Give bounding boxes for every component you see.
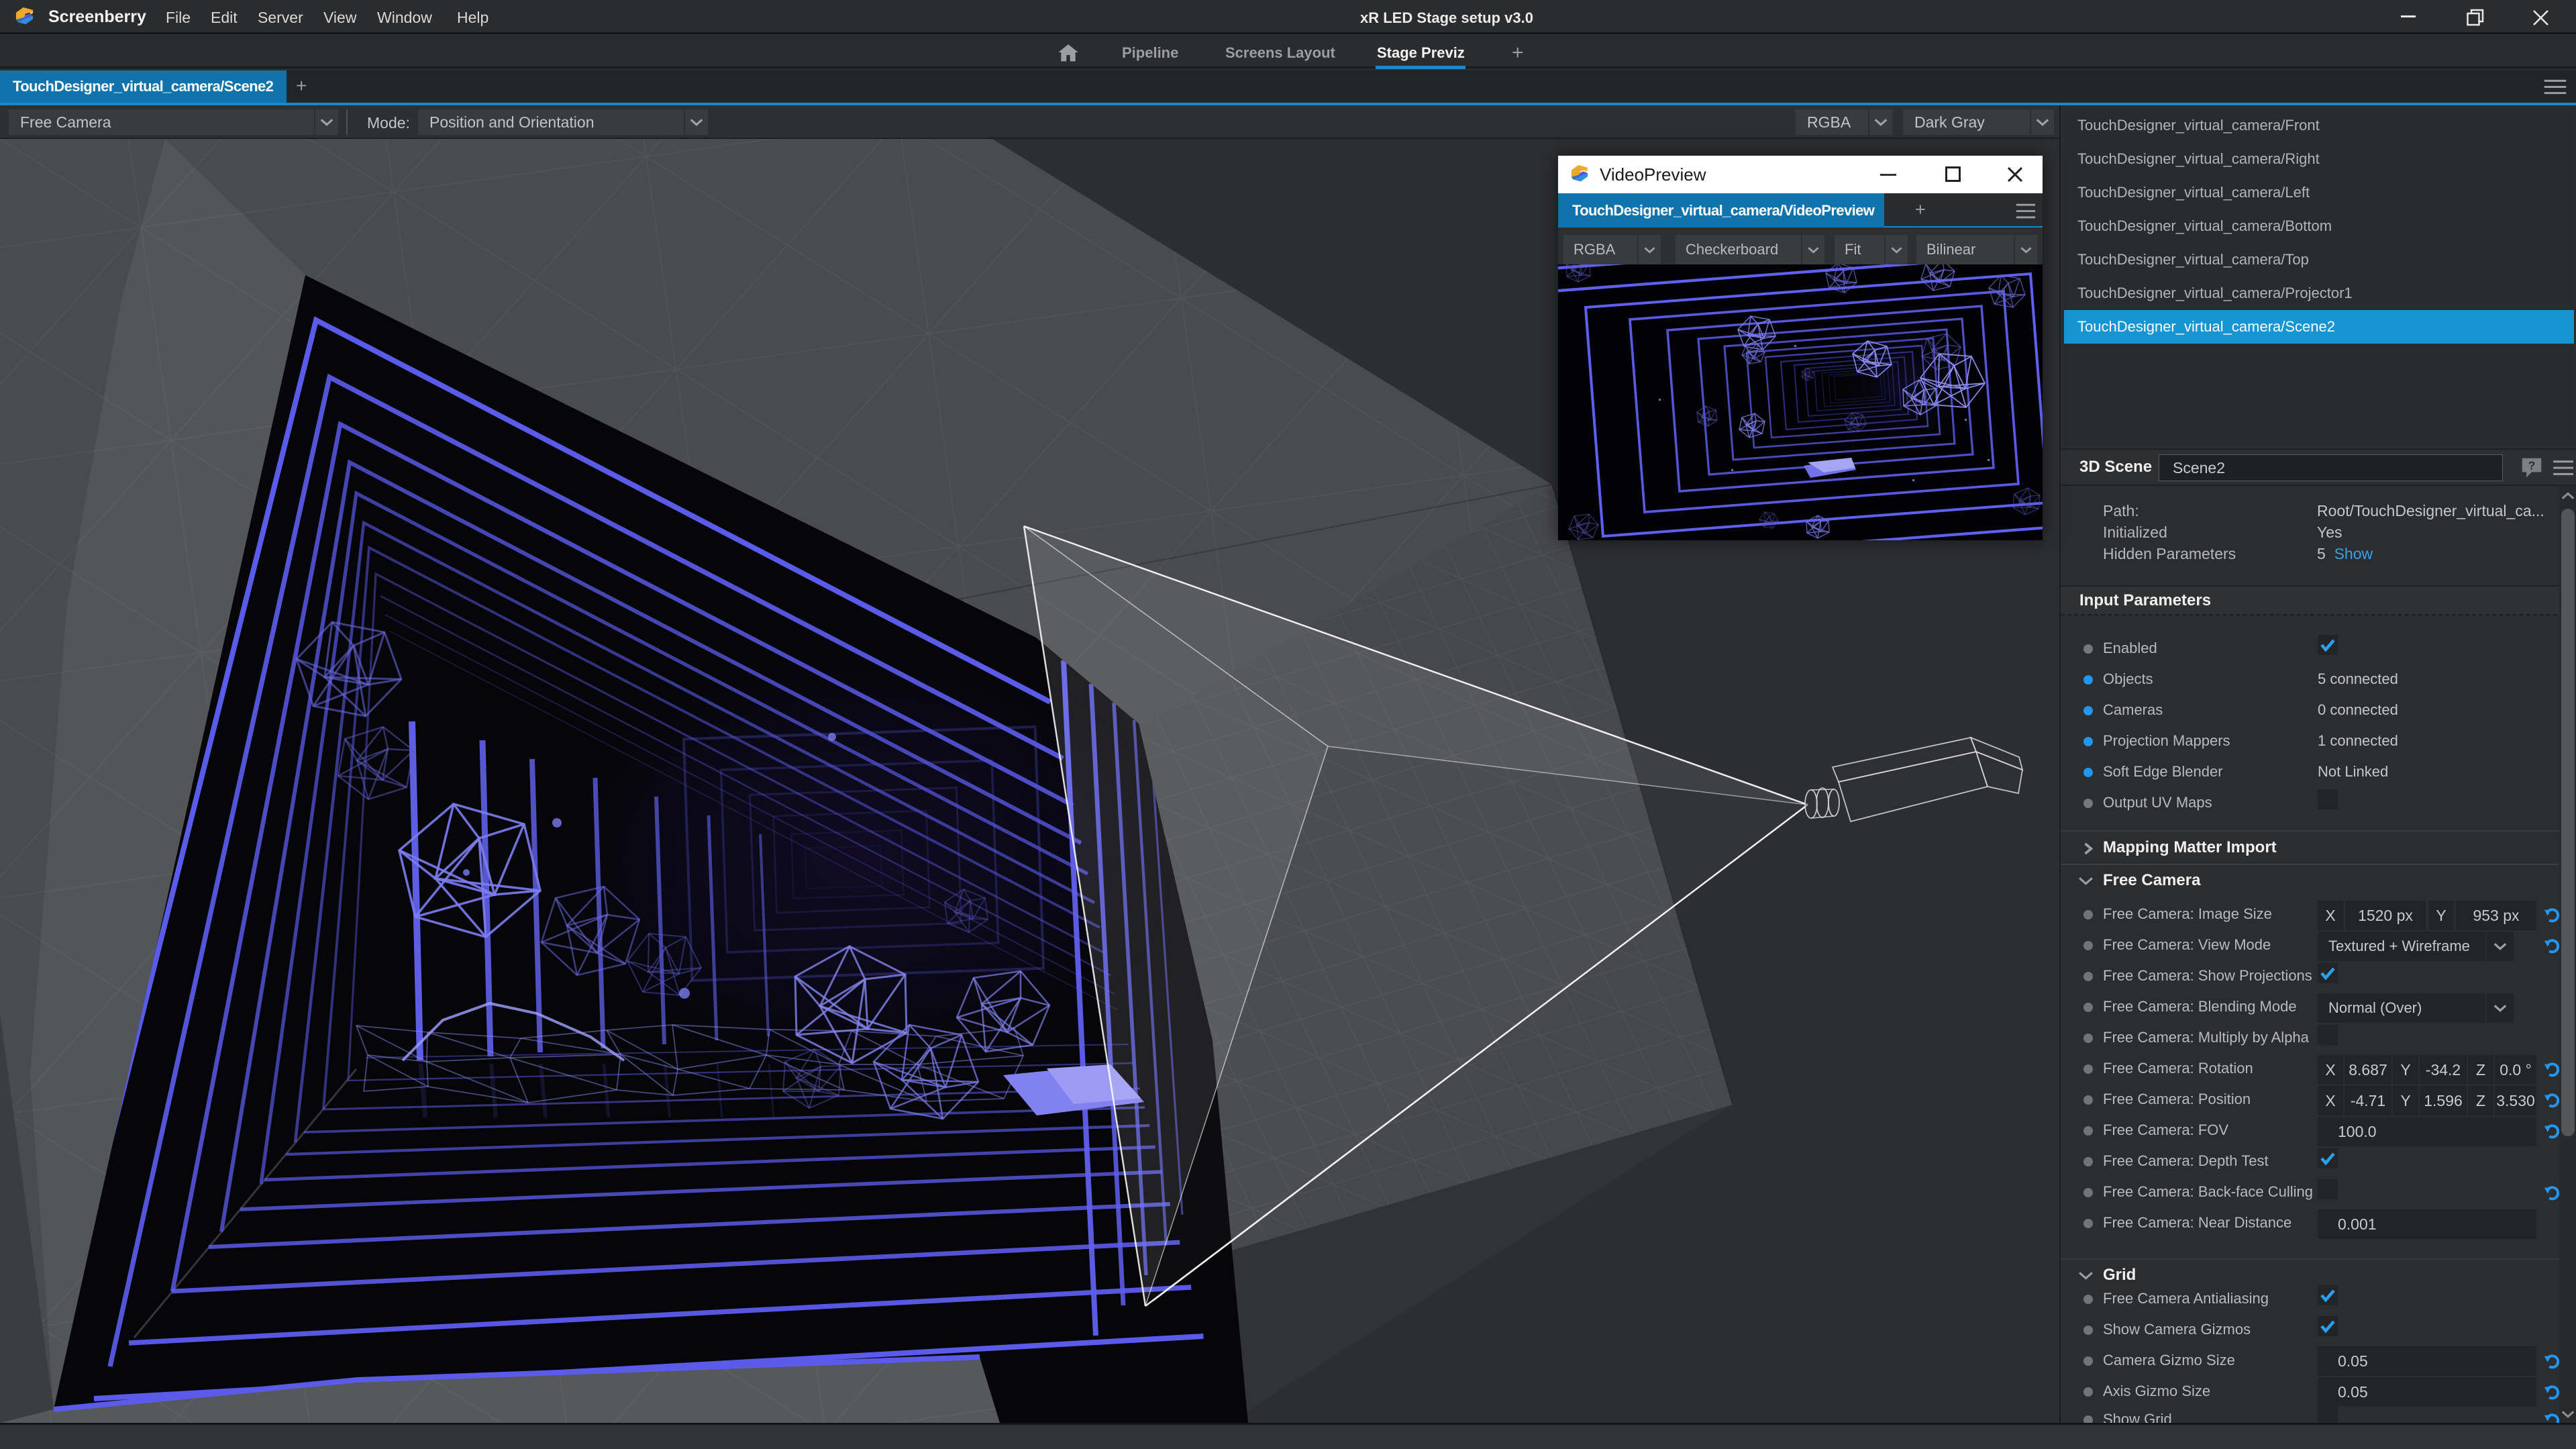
svg-text:?: ? <box>2528 458 2536 472</box>
